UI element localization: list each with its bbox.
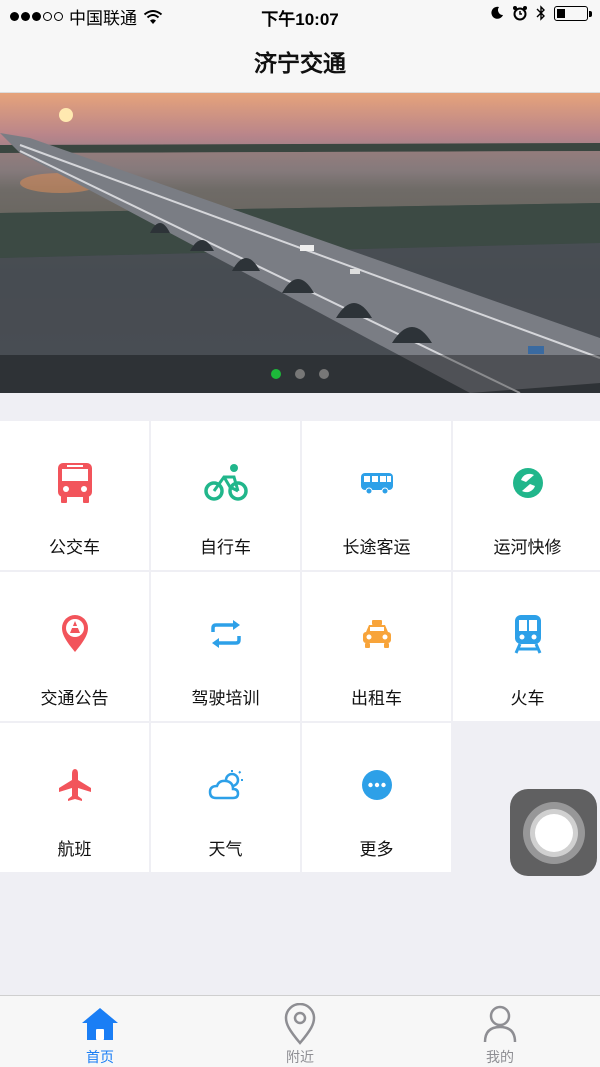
tab-label: 附近 [286,1049,314,1065]
tab-bar: 首页 附近 我的 [0,995,600,1067]
status-right [490,5,592,21]
grid-item-label: 自行车 [200,538,251,557]
alarm-icon [513,6,527,21]
grid-item-flight[interactable]: 航班 [0,723,149,872]
moon-icon [491,6,503,19]
grid-item-label: 长途客运 [342,538,411,557]
banner-image [0,108,600,393]
tab-label: 首页 [86,1049,114,1065]
grid-item-label: 火车 [510,689,545,708]
grid-item-coach[interactable]: 长途客运 [302,421,451,570]
grid-item-label: 天气 [208,840,243,859]
grid-item-driving-training[interactable]: 驾驶培训 [151,572,300,721]
location-pin-icon [280,1003,320,1045]
battery-icon [554,5,592,21]
grid-item-weather[interactable]: 天气 [151,723,300,872]
grid-item-bus[interactable]: 公交车 [0,421,149,570]
tab-mine[interactable]: 我的 [400,996,600,1067]
grid-item-repair[interactable]: 运河快修 [453,421,600,570]
grid-item-label: 运河快修 [493,538,562,557]
grid-item-train[interactable]: 火车 [453,572,600,721]
grid-item-more[interactable]: 更多 [302,723,451,872]
bicycle-icon [203,461,248,505]
train-icon [506,612,550,656]
coach-icon [355,461,399,505]
banner-carousel[interactable] [0,93,600,393]
announcement-pin-icon [53,612,97,656]
tab-label: 我的 [486,1049,514,1065]
grid-item-label: 交通公告 [40,689,109,708]
carousel-dot[interactable] [271,369,281,379]
grid-item-announcement[interactable]: 交通公告 [0,572,149,721]
carousel-dot[interactable] [295,369,305,379]
grid-item-taxi[interactable]: 出租车 [302,572,451,721]
carousel-dot[interactable] [319,369,329,379]
home-icon [80,1004,120,1044]
repair-icon [506,461,550,505]
airplane-icon [53,763,97,807]
tab-nearby[interactable]: 附近 [200,996,400,1067]
more-icon [355,763,399,807]
page-title: 济宁交通 [254,50,346,76]
person-icon [480,1004,520,1044]
bus-icon [53,461,97,505]
grid-item-label: 驾驶培训 [191,689,260,708]
navigation-bar: 济宁交通 [0,30,600,93]
taxi-icon [355,612,399,656]
grid-item-label: 航班 [57,840,92,859]
grid-item-label: 公交车 [49,538,100,557]
carousel-indicator [0,355,600,393]
grid-item-bicycle[interactable]: 自行车 [151,421,300,570]
bluetooth-icon [536,5,545,21]
weather-icon [204,763,248,807]
grid-item-label: 出租车 [351,689,402,708]
status-bar: 中国联通 下午10:07 [0,0,600,30]
grid-item-label: 更多 [359,840,394,859]
assistive-touch-button[interactable] [510,789,597,876]
swap-arrows-icon [204,612,248,656]
tab-home[interactable]: 首页 [0,996,200,1067]
